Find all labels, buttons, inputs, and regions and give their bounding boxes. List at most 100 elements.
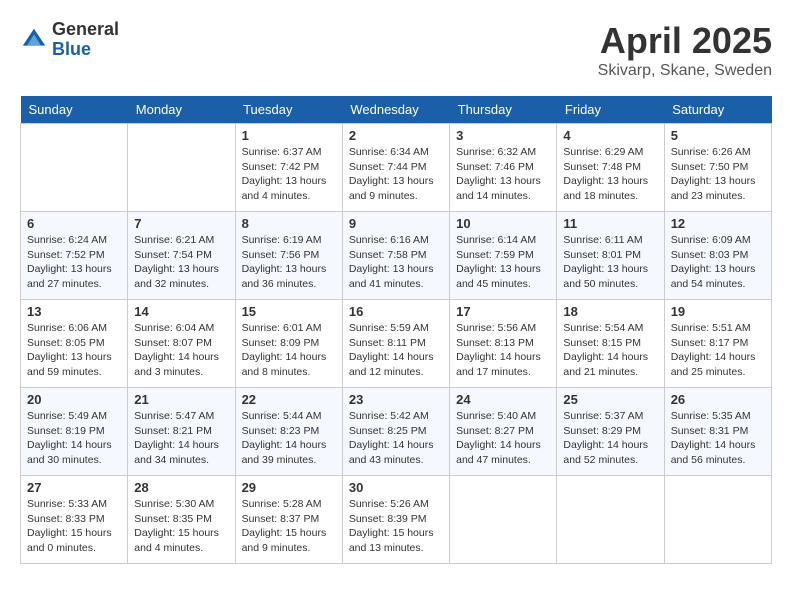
calendar-day-header: Monday [128, 96, 235, 124]
day-number: 12 [671, 216, 765, 231]
calendar-cell [128, 124, 235, 212]
calendar-cell: 30Sunrise: 5:26 AMSunset: 8:39 PMDayligh… [342, 476, 449, 564]
day-number: 8 [242, 216, 336, 231]
calendar-table: SundayMondayTuesdayWednesdayThursdayFrid… [20, 96, 772, 564]
day-info: Sunrise: 5:35 AMSunset: 8:31 PMDaylight:… [671, 409, 765, 468]
day-number: 21 [134, 392, 228, 407]
day-info: Sunrise: 5:44 AMSunset: 8:23 PMDaylight:… [242, 409, 336, 468]
location-title: Skivarp, Skane, Sweden [598, 62, 772, 80]
calendar-cell: 9 Sunrise: 6:16 AMSunset: 7:58 PMDaylight… [342, 212, 449, 300]
calendar-cell: 14 Sunrise: 6:04 AMSunset: 8:07 PMDayligh… [128, 300, 235, 388]
day-info: Sunrise: 6:16 AMSunset: 7:58 PMDaylight:… [349, 233, 443, 292]
calendar-week-row: 6 Sunrise: 6:24 AMSunset: 7:52 PMDaylight… [21, 212, 772, 300]
calendar-cell: 20Sunrise: 5:49 AMSunset: 8:19 PMDayligh… [21, 388, 128, 476]
calendar-cell [450, 476, 557, 564]
day-number: 14 [134, 304, 228, 319]
calendar-day-header: Wednesday [342, 96, 449, 124]
day-number: 20 [27, 392, 121, 407]
month-title: April 2025 [598, 20, 772, 62]
calendar-day-header: Saturday [664, 96, 771, 124]
day-number: 1 [242, 128, 336, 143]
day-number: 13 [27, 304, 121, 319]
calendar-cell: 26Sunrise: 5:35 AMSunset: 8:31 PMDayligh… [664, 388, 771, 476]
day-number: 6 [27, 216, 121, 231]
day-info: Sunrise: 6:19 AMSunset: 7:56 PMDaylight:… [242, 233, 336, 292]
day-number: 17 [456, 304, 550, 319]
day-info: Sunrise: 5:47 AMSunset: 8:21 PMDaylight:… [134, 409, 228, 468]
logo-blue: Blue [52, 40, 119, 60]
day-info: Sunrise: 5:56 AMSunset: 8:13 PMDaylight:… [456, 321, 550, 380]
calendar-cell: 16 Sunrise: 5:59 AMSunset: 8:11 PMDayligh… [342, 300, 449, 388]
calendar-week-row: 27Sunrise: 5:33 AMSunset: 8:33 PMDayligh… [21, 476, 772, 564]
calendar-cell: 21 Sunrise: 5:47 AMSunset: 8:21 PMDayligh… [128, 388, 235, 476]
day-info: Sunrise: 6:21 AMSunset: 7:54 PMDaylight:… [134, 233, 228, 292]
day-info: Sunrise: 6:04 AMSunset: 8:07 PMDaylight:… [134, 321, 228, 380]
calendar-cell: 24Sunrise: 5:40 AMSunset: 8:27 PMDayligh… [450, 388, 557, 476]
calendar-cell: 6 Sunrise: 6:24 AMSunset: 7:52 PMDaylight… [21, 212, 128, 300]
calendar-cell: 23 Sunrise: 5:42 AMSunset: 8:25 PMDayligh… [342, 388, 449, 476]
day-number: 2 [349, 128, 443, 143]
calendar-cell: 19 Sunrise: 5:51 AMSunset: 8:17 PMDayligh… [664, 300, 771, 388]
calendar-header-row: SundayMondayTuesdayWednesdayThursdayFrid… [21, 96, 772, 124]
calendar-day-header: Sunday [21, 96, 128, 124]
day-info: Sunrise: 5:28 AMSunset: 8:37 PMDaylight:… [242, 497, 336, 556]
calendar-day-header: Tuesday [235, 96, 342, 124]
day-info: Sunrise: 6:09 AMSunset: 8:03 PMDaylight:… [671, 233, 765, 292]
day-number: 22 [242, 392, 336, 407]
day-info: Sunrise: 5:51 AMSunset: 8:17 PMDaylight:… [671, 321, 765, 380]
calendar-cell: 2 Sunrise: 6:34 AMSunset: 7:44 PMDaylight… [342, 124, 449, 212]
day-number: 28 [134, 480, 228, 495]
calendar-cell: 7Sunrise: 6:21 AMSunset: 7:54 PMDaylight… [128, 212, 235, 300]
calendar-cell: 25 Sunrise: 5:37 AMSunset: 8:29 PMDayligh… [557, 388, 664, 476]
calendar-cell [557, 476, 664, 564]
calendar-day-header: Friday [557, 96, 664, 124]
day-info: Sunrise: 5:54 AMSunset: 8:15 PMDaylight:… [563, 321, 657, 380]
calendar-cell [664, 476, 771, 564]
calendar-cell: 5Sunrise: 6:26 AMSunset: 7:50 PMDaylight… [664, 124, 771, 212]
day-info: Sunrise: 6:26 AMSunset: 7:50 PMDaylight:… [671, 145, 765, 204]
day-info: Sunrise: 5:42 AMSunset: 8:25 PMDaylight:… [349, 409, 443, 468]
calendar-cell: 13 Sunrise: 6:06 AMSunset: 8:05 PMDayligh… [21, 300, 128, 388]
calendar-cell: 12 Sunrise: 6:09 AMSunset: 8:03 PMDayligh… [664, 212, 771, 300]
calendar-cell: 27Sunrise: 5:33 AMSunset: 8:33 PMDayligh… [21, 476, 128, 564]
day-info: Sunrise: 5:30 AMSunset: 8:35 PMDaylight:… [134, 497, 228, 556]
calendar-day-header: Thursday [450, 96, 557, 124]
calendar-week-row: 13 Sunrise: 6:06 AMSunset: 8:05 PMDayligh… [21, 300, 772, 388]
calendar-week-row: 1Sunrise: 6:37 AMSunset: 7:42 PMDaylight… [21, 124, 772, 212]
day-number: 9 [349, 216, 443, 231]
day-info: Sunrise: 5:59 AMSunset: 8:11 PMDaylight:… [349, 321, 443, 380]
calendar-cell: 22 Sunrise: 5:44 AMSunset: 8:23 PMDayligh… [235, 388, 342, 476]
day-number: 10 [456, 216, 550, 231]
logo-general: General [52, 20, 119, 40]
logo: General Blue [20, 20, 119, 60]
day-number: 15 [242, 304, 336, 319]
calendar-cell: 29 Sunrise: 5:28 AMSunset: 8:37 PMDayligh… [235, 476, 342, 564]
day-number: 19 [671, 304, 765, 319]
calendar-cell: 3 Sunrise: 6:32 AMSunset: 7:46 PMDaylight… [450, 124, 557, 212]
calendar-cell: 17 Sunrise: 5:56 AMSunset: 8:13 PMDayligh… [450, 300, 557, 388]
day-info: Sunrise: 5:37 AMSunset: 8:29 PMDaylight:… [563, 409, 657, 468]
day-number: 11 [563, 216, 657, 231]
title-block: April 2025 Skivarp, Skane, Sweden [598, 20, 772, 80]
day-info: Sunrise: 6:11 AMSunset: 8:01 PMDaylight:… [563, 233, 657, 292]
day-number: 23 [349, 392, 443, 407]
day-number: 3 [456, 128, 550, 143]
day-number: 16 [349, 304, 443, 319]
day-number: 29 [242, 480, 336, 495]
day-info: Sunrise: 6:06 AMSunset: 8:05 PMDaylight:… [27, 321, 121, 380]
calendar-cell: 1Sunrise: 6:37 AMSunset: 7:42 PMDaylight… [235, 124, 342, 212]
day-info: Sunrise: 6:32 AMSunset: 7:46 PMDaylight:… [456, 145, 550, 204]
day-number: 30 [349, 480, 443, 495]
day-info: Sunrise: 5:40 AMSunset: 8:27 PMDaylight:… [456, 409, 550, 468]
day-info: Sunrise: 6:24 AMSunset: 7:52 PMDaylight:… [27, 233, 121, 292]
calendar-cell: 8 Sunrise: 6:19 AMSunset: 7:56 PMDaylight… [235, 212, 342, 300]
logo-text: General Blue [52, 20, 119, 60]
calendar-cell: 15Sunrise: 6:01 AMSunset: 8:09 PMDayligh… [235, 300, 342, 388]
calendar-cell: 28 Sunrise: 5:30 AMSunset: 8:35 PMDayligh… [128, 476, 235, 564]
day-info: Sunrise: 6:34 AMSunset: 7:44 PMDaylight:… [349, 145, 443, 204]
page-header: General Blue April 2025 Skivarp, Skane, … [20, 20, 772, 80]
day-number: 18 [563, 304, 657, 319]
day-number: 27 [27, 480, 121, 495]
calendar-cell: 10Sunrise: 6:14 AMSunset: 7:59 PMDayligh… [450, 212, 557, 300]
day-number: 25 [563, 392, 657, 407]
